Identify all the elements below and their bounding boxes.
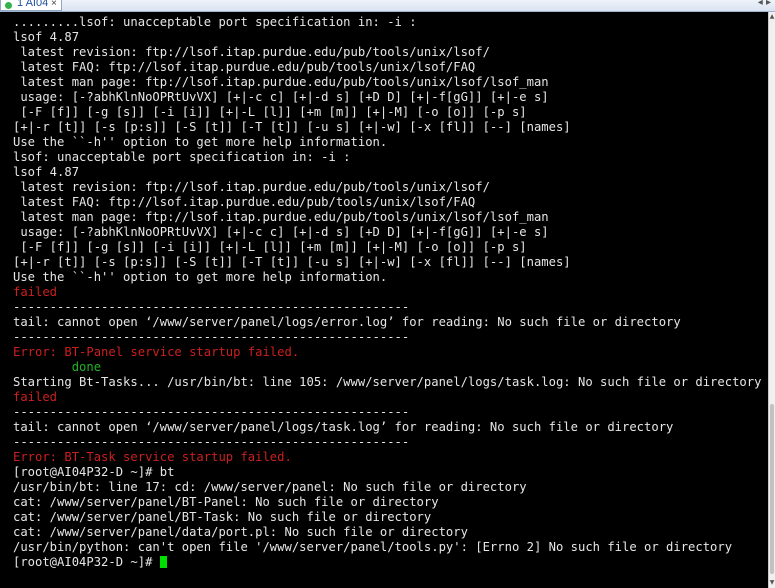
terminal-line: [-F [f]] [-g [s]] [-i [i]] [+|-L [l]] [+… — [13, 105, 527, 119]
terminal-output[interactable]: .........lsof: unacceptable port specifi… — [0, 12, 768, 588]
terminal-line: lsof 4.87 — [13, 165, 80, 179]
prompt-line[interactable]: [root@AI04P32-D ~]# — [13, 555, 167, 570]
session-tab[interactable]: 1 AI04 × — [0, 0, 62, 11]
terminal-line: ----------------------------------------… — [13, 435, 410, 449]
session-tab-label: 1 AI04 — [17, 0, 49, 8]
terminal-line: lsof: unacceptable port specification in… — [13, 150, 351, 164]
terminal-line: ----------------------------------------… — [13, 405, 410, 419]
terminal-line: latest FAQ: ftp://lsof.itap.purdue.edu/p… — [13, 195, 476, 209]
tab-scroll-arrows-icon[interactable]: ◂ ▸ — [758, 0, 771, 9]
terminal-line: cat: /www/server/panel/BT-Panel: No such… — [13, 495, 439, 509]
terminal-line: latest FAQ: ftp://lsof.itap.purdue.edu/p… — [13, 60, 476, 74]
terminal-line: failed — [13, 285, 58, 299]
terminal-line: [root@AI04P32-D ~]# bt — [13, 465, 175, 479]
terminal-line: cat: /www/server/panel/data/port.pl: No … — [13, 525, 468, 539]
terminal-line: tail: cannot open ‘/www/server/panel/log… — [13, 420, 674, 434]
scrollbar-thumb[interactable] — [770, 404, 774, 574]
terminal-line: Starting Bt-Tasks... /usr/bin/bt: line 1… — [13, 375, 762, 389]
terminal-line: .........lsof: unacceptable port specifi… — [13, 15, 417, 29]
tab-bar: 1 AI04 × ◂ ▸ — [0, 0, 775, 12]
terminal-line: ----------------------------------------… — [13, 300, 410, 314]
text-cursor — [159, 556, 167, 568]
connected-status-icon — [5, 2, 12, 9]
terminal-line: ----------------------------------------… — [13, 330, 410, 344]
terminal-line: tail: cannot open ‘/www/server/panel/log… — [13, 315, 681, 329]
terminal-line: [+|-r [t]] [-s [p:s]] [-S [t]] [-T [t]] … — [13, 120, 571, 134]
shell-prompt: [root@AI04P32-D ~]# — [13, 555, 160, 569]
terminal-line: usage: [-?abhKlnNoOPRtUvVX] [+|-c c] [+|… — [13, 225, 549, 239]
scroll-up-icon[interactable]: ▲ — [769, 12, 775, 22]
terminal-line: done — [13, 360, 102, 374]
terminal-line: lsof 4.87 — [13, 30, 80, 44]
close-tab-icon[interactable]: × — [51, 0, 57, 10]
terminal-line: Use the ``-h'' option to get more help i… — [13, 270, 388, 284]
terminal-scrollbar[interactable]: ▲ ▼ — [768, 12, 775, 588]
terminal-line: latest man page: ftp://lsof.itap.purdue.… — [13, 75, 549, 89]
terminal-line: Error: BT-Panel service startup failed. — [13, 345, 300, 359]
terminal-line: [+|-r [t]] [-s [p:s]] [-S [t]] [-T [t]] … — [13, 255, 571, 269]
terminal-line: latest man page: ftp://lsof.itap.purdue.… — [13, 210, 549, 224]
terminal-line: /usr/bin/bt: line 17: cd: /www/server/pa… — [13, 480, 527, 494]
terminal-line: Use the ``-h'' option to get more help i… — [13, 135, 388, 149]
terminal-line: failed — [13, 390, 58, 404]
terminal-line: latest revision: ftp://lsof.itap.purdue.… — [13, 180, 490, 194]
scroll-down-icon[interactable]: ▼ — [769, 578, 775, 588]
terminal-line: /usr/bin/python: can't open file '/www/s… — [13, 540, 733, 554]
terminal-line: [-F [f]] [-g [s]] [-i [i]] [+|-L [l]] [+… — [13, 240, 527, 254]
terminal-line: Error: BT-Task service startup failed. — [13, 450, 292, 464]
terminal-line: cat: /www/server/panel/BT-Task: No such … — [13, 510, 432, 524]
terminal-line: usage: [-?abhKlnNoOPRtUvVX] [+|-c c] [+|… — [13, 90, 549, 104]
terminal-line: latest revision: ftp://lsof.itap.purdue.… — [13, 45, 490, 59]
